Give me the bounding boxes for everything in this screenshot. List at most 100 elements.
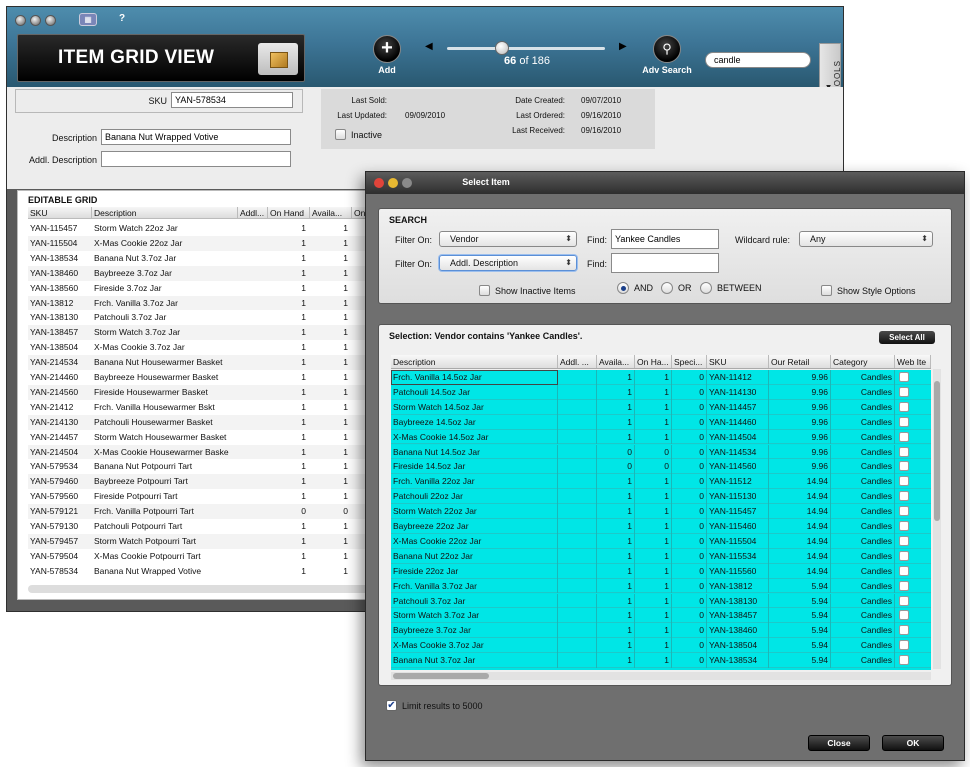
- results-cell-desc[interactable]: Banana Nut 3.7oz Jar: [391, 653, 558, 668]
- results-row[interactable]: X-Mas Cookie 3.7oz Jar 1 1 0 YAN-138504 5.94 C…: [391, 638, 931, 654]
- ok-button[interactable]: OK: [882, 735, 944, 751]
- grid-cell-onhand[interactable]: 1: [268, 415, 306, 430]
- results-cell-sku[interactable]: YAN-114130: [707, 384, 769, 400]
- results-cell-spec[interactable]: 0: [672, 519, 707, 534]
- results-row[interactable]: Fireside 14.5oz Jar 0 0 0 YAN-114560 9.96 Cand…: [391, 459, 931, 475]
- results-cell-desc[interactable]: Storm Watch 3.7oz Jar: [391, 608, 558, 624]
- results-cell-avail[interactable]: 1: [597, 519, 635, 534]
- results-cell-sku[interactable]: YAN-138460: [707, 623, 769, 639]
- results-cell-avail[interactable]: 1: [597, 623, 635, 639]
- results-cell-retail[interactable]: 5.94: [769, 608, 831, 624]
- web-item-checkbox[interactable]: [899, 416, 909, 427]
- grid-cell-avail[interactable]: 1: [310, 459, 348, 474]
- grid-cell-desc[interactable]: Banana Nut Wrapped Votive: [94, 564, 238, 579]
- results-cell-retail[interactable]: 5.94: [769, 593, 831, 609]
- results-cell-avail[interactable]: 1: [597, 429, 635, 445]
- results-cell-spec[interactable]: 0: [672, 533, 707, 549]
- grid-cell-onhand[interactable]: 1: [268, 459, 306, 474]
- results-cell-desc[interactable]: Baybreeze 14.5oz Jar: [391, 414, 558, 430]
- results-cell-sku[interactable]: YAN-115130: [707, 489, 769, 505]
- results-cell-addl[interactable]: [558, 519, 597, 534]
- results-cell-retail[interactable]: 5.94: [769, 578, 831, 594]
- web-item-checkbox[interactable]: [899, 655, 909, 666]
- grid-cell-desc[interactable]: Storm Watch Housewarmer Basket: [94, 430, 238, 445]
- grid-cell-desc[interactable]: X-Mas Cookie Potpourri Tart: [94, 549, 238, 564]
- results-cell-desc[interactable]: Storm Watch 14.5oz Jar: [391, 399, 558, 415]
- grid-cell-onhand[interactable]: 1: [268, 519, 306, 534]
- grid-cell-onhand[interactable]: 1: [268, 325, 306, 340]
- grid-cell-desc[interactable]: Baybreeze 3.7oz Jar: [94, 266, 238, 281]
- results-cell-desc[interactable]: Patchouli 14.5oz Jar: [391, 384, 558, 400]
- results-cell-avail[interactable]: 1: [597, 653, 635, 668]
- results-cell-retail[interactable]: 14.94: [769, 489, 831, 505]
- grid-cell-sku[interactable]: YAN-214457: [30, 430, 90, 445]
- results-cell-cat[interactable]: Candles: [831, 489, 895, 505]
- results-cell-sku[interactable]: YAN-115457: [707, 504, 769, 519]
- results-cell-addl[interactable]: [558, 638, 597, 654]
- results-row[interactable]: X-Mas Cookie 14.5oz Jar 1 1 0 YAN-114504 9.96…: [391, 429, 931, 445]
- inactive-checkbox[interactable]: [335, 129, 346, 140]
- results-cell-onhand[interactable]: 1: [635, 429, 672, 445]
- results-cell-addl[interactable]: [558, 533, 597, 549]
- results-column-header[interactable]: SKU: [707, 355, 769, 368]
- grid-cell-onhand[interactable]: 1: [268, 266, 306, 281]
- results-cell-retail[interactable]: 14.94: [769, 563, 831, 579]
- results-cell-retail[interactable]: 14.94: [769, 474, 831, 490]
- results-cell-onhand[interactable]: 1: [635, 489, 672, 505]
- results-cell-desc[interactable]: Storm Watch 22oz Jar: [391, 504, 558, 519]
- results-cell-desc[interactable]: Frch. Vanilla 14.5oz Jar: [391, 370, 558, 385]
- results-row[interactable]: Baybreeze 14.5oz Jar 1 1 0 YAN-114460 9.96 Can…: [391, 414, 931, 430]
- grid-cell-onhand[interactable]: 1: [268, 310, 306, 325]
- grid-cell-sku[interactable]: YAN-138560: [30, 281, 90, 296]
- grid-cell-sku[interactable]: YAN-138130: [30, 310, 90, 325]
- grid-cell-avail[interactable]: 1: [310, 519, 348, 534]
- results-cell-avail[interactable]: 1: [597, 489, 635, 505]
- results-column-header[interactable]: Addl. ...: [558, 355, 597, 368]
- results-cell-cat[interactable]: Candles: [831, 459, 895, 475]
- results-cell-onhand[interactable]: 1: [635, 533, 672, 549]
- grid-cell-avail[interactable]: 1: [310, 370, 348, 385]
- grid-cell-onhand[interactable]: 1: [268, 489, 306, 504]
- results-cell-onhand[interactable]: 1: [635, 638, 672, 654]
- next-record-icon[interactable]: ▶: [619, 41, 627, 52]
- grid-cell-avail[interactable]: 1: [310, 489, 348, 504]
- grid-cell-desc[interactable]: Storm Watch Potpourri Tart: [94, 534, 238, 549]
- results-cell-addl[interactable]: [558, 474, 597, 490]
- results-cell-sku[interactable]: YAN-138504: [707, 638, 769, 654]
- results-cell-onhand[interactable]: 1: [635, 384, 672, 400]
- web-item-checkbox[interactable]: [899, 506, 909, 517]
- results-cell-sku[interactable]: YAN-114460: [707, 414, 769, 430]
- results-cell-spec[interactable]: 0: [672, 623, 707, 639]
- grid-cell-sku[interactable]: YAN-579534: [30, 459, 90, 474]
- grid-cell-avail[interactable]: 1: [310, 221, 348, 236]
- grid-cell-onhand[interactable]: 1: [268, 445, 306, 460]
- results-cell-avail[interactable]: 1: [597, 638, 635, 654]
- grid-cell-onhand[interactable]: 1: [268, 281, 306, 296]
- show-style-checkbox[interactable]: [821, 285, 832, 296]
- grid-cell-onhand[interactable]: 1: [268, 430, 306, 445]
- results-cell-spec[interactable]: 0: [672, 459, 707, 475]
- grid-cell-avail[interactable]: 1: [310, 310, 348, 325]
- results-cell-cat[interactable]: Candles: [831, 504, 895, 519]
- results-row[interactable]: Storm Watch 22oz Jar 1 1 0 YAN-115457 14.94 Ca…: [391, 504, 931, 519]
- results-cell-avail[interactable]: 0: [597, 444, 635, 460]
- web-item-checkbox[interactable]: [899, 372, 909, 382]
- web-item-checkbox[interactable]: [899, 565, 909, 576]
- find-2-input[interactable]: [611, 253, 719, 273]
- results-row[interactable]: Patchouli 14.5oz Jar 1 1 0 YAN-114130 9.96 Can…: [391, 384, 931, 400]
- results-cell-desc[interactable]: Frch. Vanilla 3.7oz Jar: [391, 578, 558, 594]
- grid-cell-sku[interactable]: YAN-579457: [30, 534, 90, 549]
- results-cell-onhand[interactable]: 1: [635, 653, 672, 668]
- results-cell-addl[interactable]: [558, 563, 597, 579]
- record-slider[interactable]: [447, 47, 605, 50]
- tools-tab[interactable]: ▲ TOOLS: [819, 43, 842, 93]
- results-cell-cat[interactable]: Candles: [831, 653, 895, 668]
- results-cell-retail[interactable]: 14.94: [769, 519, 831, 534]
- web-item-checkbox[interactable]: [899, 446, 909, 457]
- grid-column-header[interactable]: Availa...: [310, 207, 352, 219]
- results-column-header[interactable]: Description: [391, 355, 558, 368]
- grid-cell-sku[interactable]: YAN-579560: [30, 489, 90, 504]
- results-cell-addl[interactable]: [558, 608, 597, 624]
- grid-cell-onhand[interactable]: 1: [268, 534, 306, 549]
- results-cell-retail[interactable]: 9.96: [769, 459, 831, 475]
